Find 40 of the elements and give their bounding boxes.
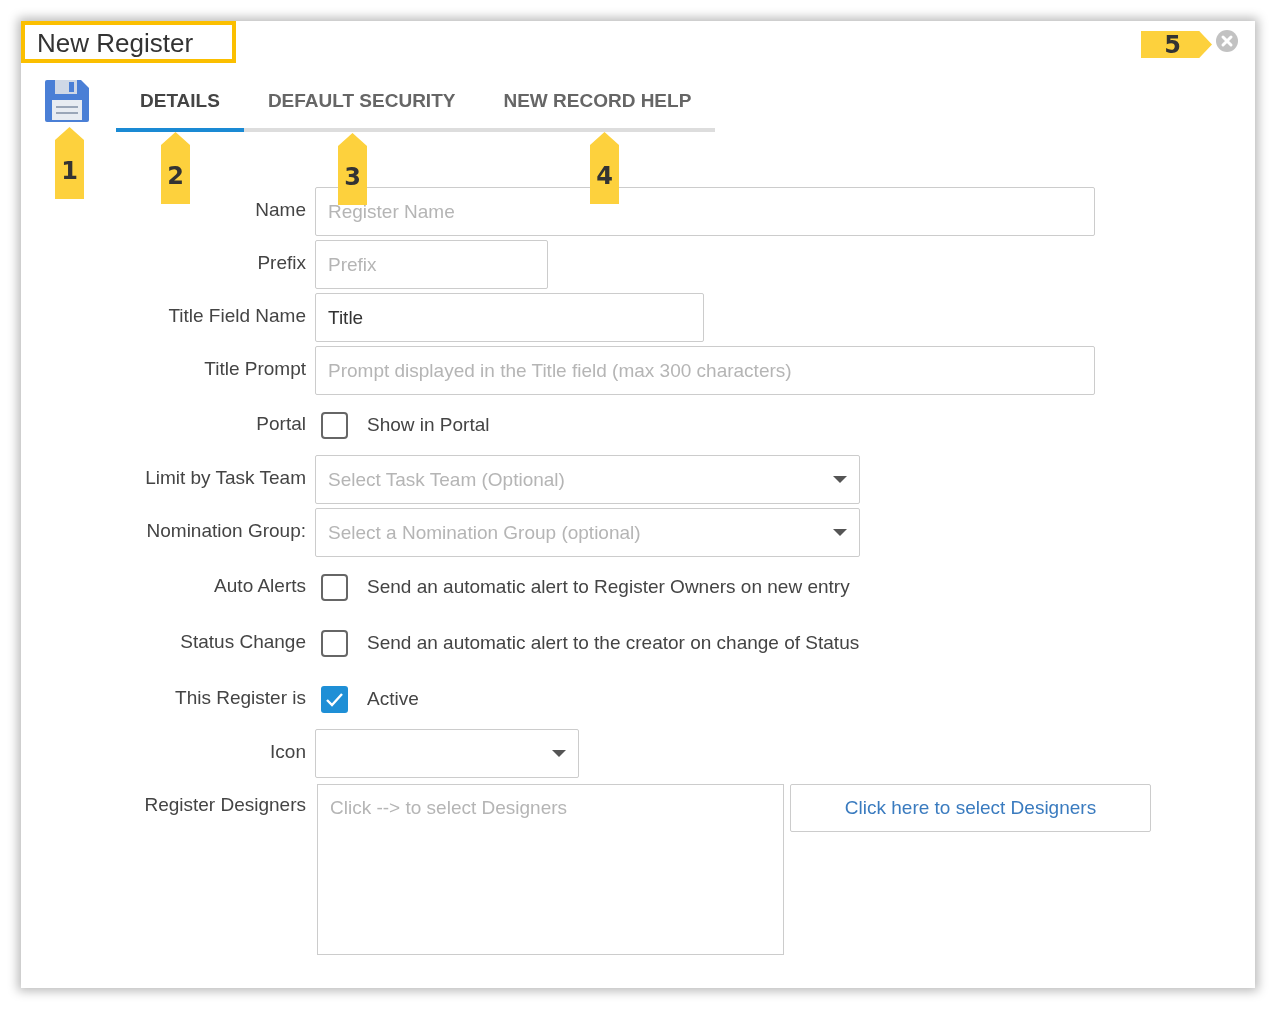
- close-icon[interactable]: [1216, 30, 1238, 52]
- checkbox[interactable]: [321, 411, 348, 439]
- field-label: Prefix: [256, 251, 306, 275]
- checkbox-label: Active: [367, 688, 419, 710]
- field-label: Title Prompt: [203, 357, 306, 381]
- field-label: Icon: [269, 740, 306, 764]
- callout-marker: 5: [1141, 31, 1212, 58]
- save-icon[interactable]: [45, 80, 89, 122]
- callout-marker: 3: [338, 133, 367, 205]
- checkbox-label: Show in Portal: [367, 414, 490, 436]
- field-label: Auto Alerts: [213, 574, 306, 598]
- text-field[interactable]: Prompt displayed in the Title field (max 300 characters): [315, 346, 1095, 395]
- field-label: Title Field Name: [167, 304, 306, 328]
- placeholder-text: Click --> to select Designers: [330, 797, 568, 818]
- checkbox[interactable]: [321, 685, 348, 713]
- caret-icon: [833, 529, 847, 536]
- callout-marker: 4: [590, 132, 619, 204]
- select-designers-button[interactable]: Click here to select Designers: [790, 784, 1151, 832]
- checkbox[interactable]: [321, 629, 348, 657]
- field-label: Portal: [255, 412, 306, 436]
- callout-marker: 2: [161, 132, 190, 204]
- text-field[interactable]: Register Name: [315, 187, 1095, 236]
- caret-icon: [552, 750, 566, 757]
- tab[interactable]: DEFAULT SECURITY: [243, 80, 480, 132]
- field-label: This Register is: [174, 686, 306, 710]
- callout-marker: 1: [55, 127, 84, 199]
- tab[interactable]: DETAILS: [116, 80, 244, 132]
- text-field[interactable]: Prefix: [315, 240, 548, 289]
- checkbox-label: Send an automatic alert to Register Owners on new entry: [367, 576, 850, 598]
- field-label: Limit by Task Team: [144, 466, 306, 490]
- caret-icon: [833, 476, 847, 483]
- field-label: Nomination Group:: [145, 519, 306, 543]
- window-title: New Register: [21, 21, 236, 63]
- text-field[interactable]: Title: [315, 293, 704, 342]
- checkbox-label: Send an automatic alert to the creator on change of Status: [367, 632, 860, 654]
- tab[interactable]: NEW RECORD HELP: [479, 80, 716, 132]
- checkbox[interactable]: [321, 573, 348, 601]
- field-label: Name: [254, 198, 306, 222]
- field-label: Register Designers: [143, 793, 306, 817]
- field-label: Status Change: [179, 630, 306, 654]
